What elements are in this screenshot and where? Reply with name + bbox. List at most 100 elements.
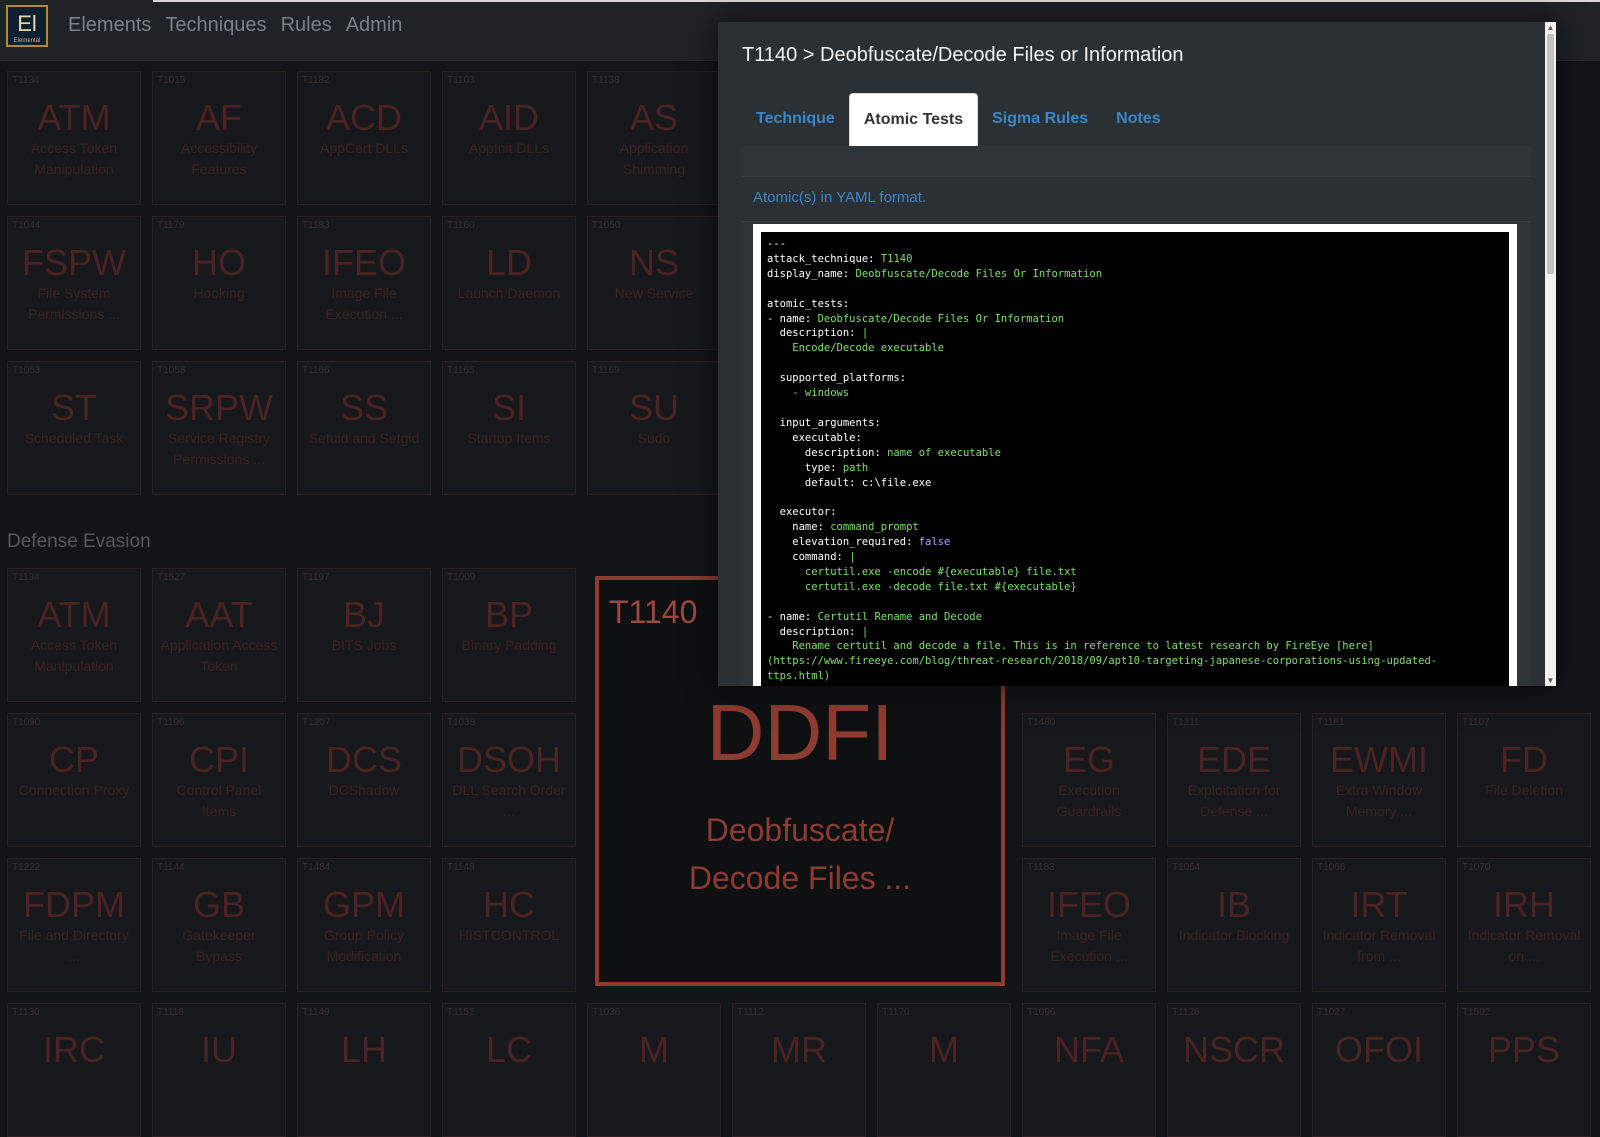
tile-id: T1050	[592, 220, 621, 231]
technique-tile[interactable]: T1197 BJ BITS Jobs	[297, 568, 431, 702]
tile-name: Binary Padding	[461, 637, 557, 653]
code-token: description:	[767, 446, 888, 459]
technique-tile[interactable]: T1036 M	[587, 1003, 721, 1137]
tile-id: T1181	[1317, 717, 1345, 728]
tile-id: T1070	[1462, 862, 1491, 873]
technique-tile[interactable]: T1134 ATM Access Token Manipulation	[7, 71, 141, 205]
tab-notes[interactable]: Notes	[1102, 93, 1174, 145]
scroll-down-arrow-icon[interactable]: ▼	[1545, 675, 1556, 686]
technique-tile[interactable]: T1090 CP Connection Proxy	[7, 713, 141, 847]
technique-tile[interactable]: T1166 SS Setuid and Setgid	[297, 361, 431, 495]
technique-tile[interactable]: T1211 EDE Exploitation for Defense ...	[1167, 713, 1301, 847]
technique-tile[interactable]: T1027 OFOI	[1312, 1003, 1446, 1137]
tab-technique[interactable]: Technique	[742, 93, 849, 145]
tile-name: Accessibility Features	[180, 140, 258, 177]
technique-tile[interactable]: T1050 NS New Service	[587, 216, 721, 350]
code-line: command: |	[767, 550, 1503, 565]
technique-tile[interactable]: T1103 AID AppInit DLLs	[442, 71, 576, 205]
tile-abbr: OFOI	[1335, 1029, 1423, 1070]
nav-admin[interactable]: Admin	[346, 14, 403, 37]
technique-tile[interactable]: T1066 IRT Indicator Removal from ...	[1312, 858, 1446, 992]
tile-abbr: PPS	[1487, 1029, 1561, 1070]
technique-tile[interactable]: T1170 M	[877, 1003, 1011, 1137]
technique-tile[interactable]: T1112 MR	[732, 1003, 866, 1137]
technique-tile[interactable]: T1165 SI Startup Items	[442, 361, 576, 495]
technique-tile[interactable]: T1527 AAT Application Access Token	[152, 568, 286, 702]
code-token: executable:	[767, 431, 862, 444]
code-line: ttps.html)	[767, 669, 1503, 684]
code-token: display_name:	[767, 267, 856, 280]
technique-tile[interactable]: T1484 GPM Group Policy Modification	[297, 858, 431, 992]
technique-tile[interactable]: T1149 LH	[297, 1003, 431, 1137]
tile-abbr: M	[929, 1029, 959, 1070]
tile-name: Image File Execution ...	[1050, 927, 1128, 964]
scrollbar-thumb[interactable]	[1547, 34, 1554, 274]
technique-tile[interactable]: T1196 CPI Control Panel Items	[152, 713, 286, 847]
modal-title: T1140 > Deobfuscate/Decode Files or Info…	[742, 44, 1184, 66]
highlight-id: T1140	[609, 594, 698, 630]
tile-id: T1197	[302, 572, 330, 583]
tile-abbr: HC	[483, 884, 535, 925]
technique-tile[interactable]: T1182 ACD AppCert DLLs	[297, 71, 431, 205]
technique-tile[interactable]: T1009 BP Binary Padding	[442, 568, 576, 702]
technique-tile[interactable]: T1134 ATM Access Token Manipulation	[7, 568, 141, 702]
app-logo[interactable]: El Elemental	[6, 5, 48, 47]
technique-tile[interactable]: T1058 SRPW Service Registry Permissions ..…	[152, 361, 286, 495]
technique-tile[interactable]: T1160 LD Launch Daemon	[442, 216, 576, 350]
code-token: - name:	[767, 610, 818, 623]
technique-tile[interactable]: T1015 AF Accessibility Features	[152, 71, 286, 205]
tile-name: BITS Jobs	[331, 637, 397, 653]
tile-id: T1107	[1462, 717, 1490, 728]
technique-tile[interactable]: T1144 GB Gatekeeper Bypass	[152, 858, 286, 992]
tile-id: T1118	[157, 1007, 184, 1018]
tab-sigma-rules[interactable]: Sigma Rules	[978, 93, 1102, 145]
tile-id: T1126	[1172, 1007, 1200, 1018]
technique-tile[interactable]: T1107 FD File Deletion	[1457, 713, 1591, 847]
nav-elements[interactable]: Elements	[68, 14, 151, 37]
nav-rules[interactable]: Rules	[281, 14, 332, 37]
technique-tile[interactable]: T1118 IU	[152, 1003, 286, 1137]
modal-scrollbar[interactable]: ▲ ▼	[1545, 22, 1556, 686]
technique-tile[interactable]: T1480 EG Execution Guardrails	[1022, 713, 1156, 847]
technique-tile[interactable]: T1207 DCS DCShadow	[297, 713, 431, 847]
technique-tile[interactable]: T1130 IRC	[7, 1003, 141, 1137]
code-line: name: command_prompt	[767, 520, 1503, 535]
technique-tile[interactable]: T1054 IB Indicator Blocking	[1167, 858, 1301, 992]
tile-name: Launch Daemon	[457, 285, 561, 301]
code-line: atomic_tests:	[767, 297, 1503, 312]
technique-tile[interactable]: T1126 NSCR	[1167, 1003, 1301, 1137]
tile-name: Setuid and Setgid	[308, 430, 420, 446]
tile-id: T1169	[592, 365, 620, 376]
tile-id: T1130	[12, 1007, 40, 1018]
tile-abbr: BP	[484, 594, 534, 635]
technique-tile[interactable]: T1070 IRH Indicator Removal on ...	[1457, 858, 1591, 992]
technique-tile[interactable]: T1222 FDPM File and Directory ...	[7, 858, 141, 992]
tile-abbr: AID	[478, 97, 539, 138]
technique-tile[interactable]: T1169 SU Sudo	[587, 361, 721, 495]
nav-techniques[interactable]: Techniques	[165, 14, 266, 37]
tile-id: T1053	[12, 365, 41, 376]
code-token: |	[861, 625, 869, 638]
tile-id: T1090	[12, 717, 41, 728]
tile-abbr: LD	[485, 242, 533, 283]
technique-tile[interactable]: T1181 EWMI Extra Window Memory ...	[1312, 713, 1446, 847]
tile-id: T1036	[592, 1007, 621, 1018]
technique-tile[interactable]: T1183 IFEO Image File Execution ...	[297, 216, 431, 350]
technique-tile[interactable]: T1183 IFEO Image File Execution ...	[1022, 858, 1156, 992]
tile-name: Hooking	[193, 285, 245, 301]
technique-tile[interactable]: T1044 FSPW File System Permissions ...	[7, 216, 141, 350]
technique-tile[interactable]: T1053 ST Scheduled Task	[7, 361, 141, 495]
technique-tile[interactable]: T1038 DSOH DLL Search Order ...	[442, 713, 576, 847]
yaml-code-block[interactable]: --- attack_technique: T1140 display_name: …	[761, 232, 1509, 686]
technique-tile[interactable]: T1179 HO Hooking	[152, 216, 286, 350]
tab-atomic-tests[interactable]: Atomic Tests	[848, 93, 979, 146]
scroll-up-arrow-icon[interactable]: ▲	[1545, 22, 1556, 33]
technique-tile[interactable]: T1152 LC	[442, 1003, 576, 1137]
code-line: - name: Deobfuscate/Decode Files Or Info…	[767, 312, 1503, 327]
tile-abbr: IRT	[1350, 884, 1408, 925]
technique-tile[interactable]: T1138 AS Application Shimming	[587, 71, 721, 205]
top-border-line	[153, 0, 1600, 2]
technique-tile[interactable]: T1096 NFA	[1022, 1003, 1156, 1137]
technique-tile[interactable]: T1502 PPS	[1457, 1003, 1591, 1137]
technique-tile[interactable]: T1148 HC HISTCONTROL	[442, 858, 576, 992]
